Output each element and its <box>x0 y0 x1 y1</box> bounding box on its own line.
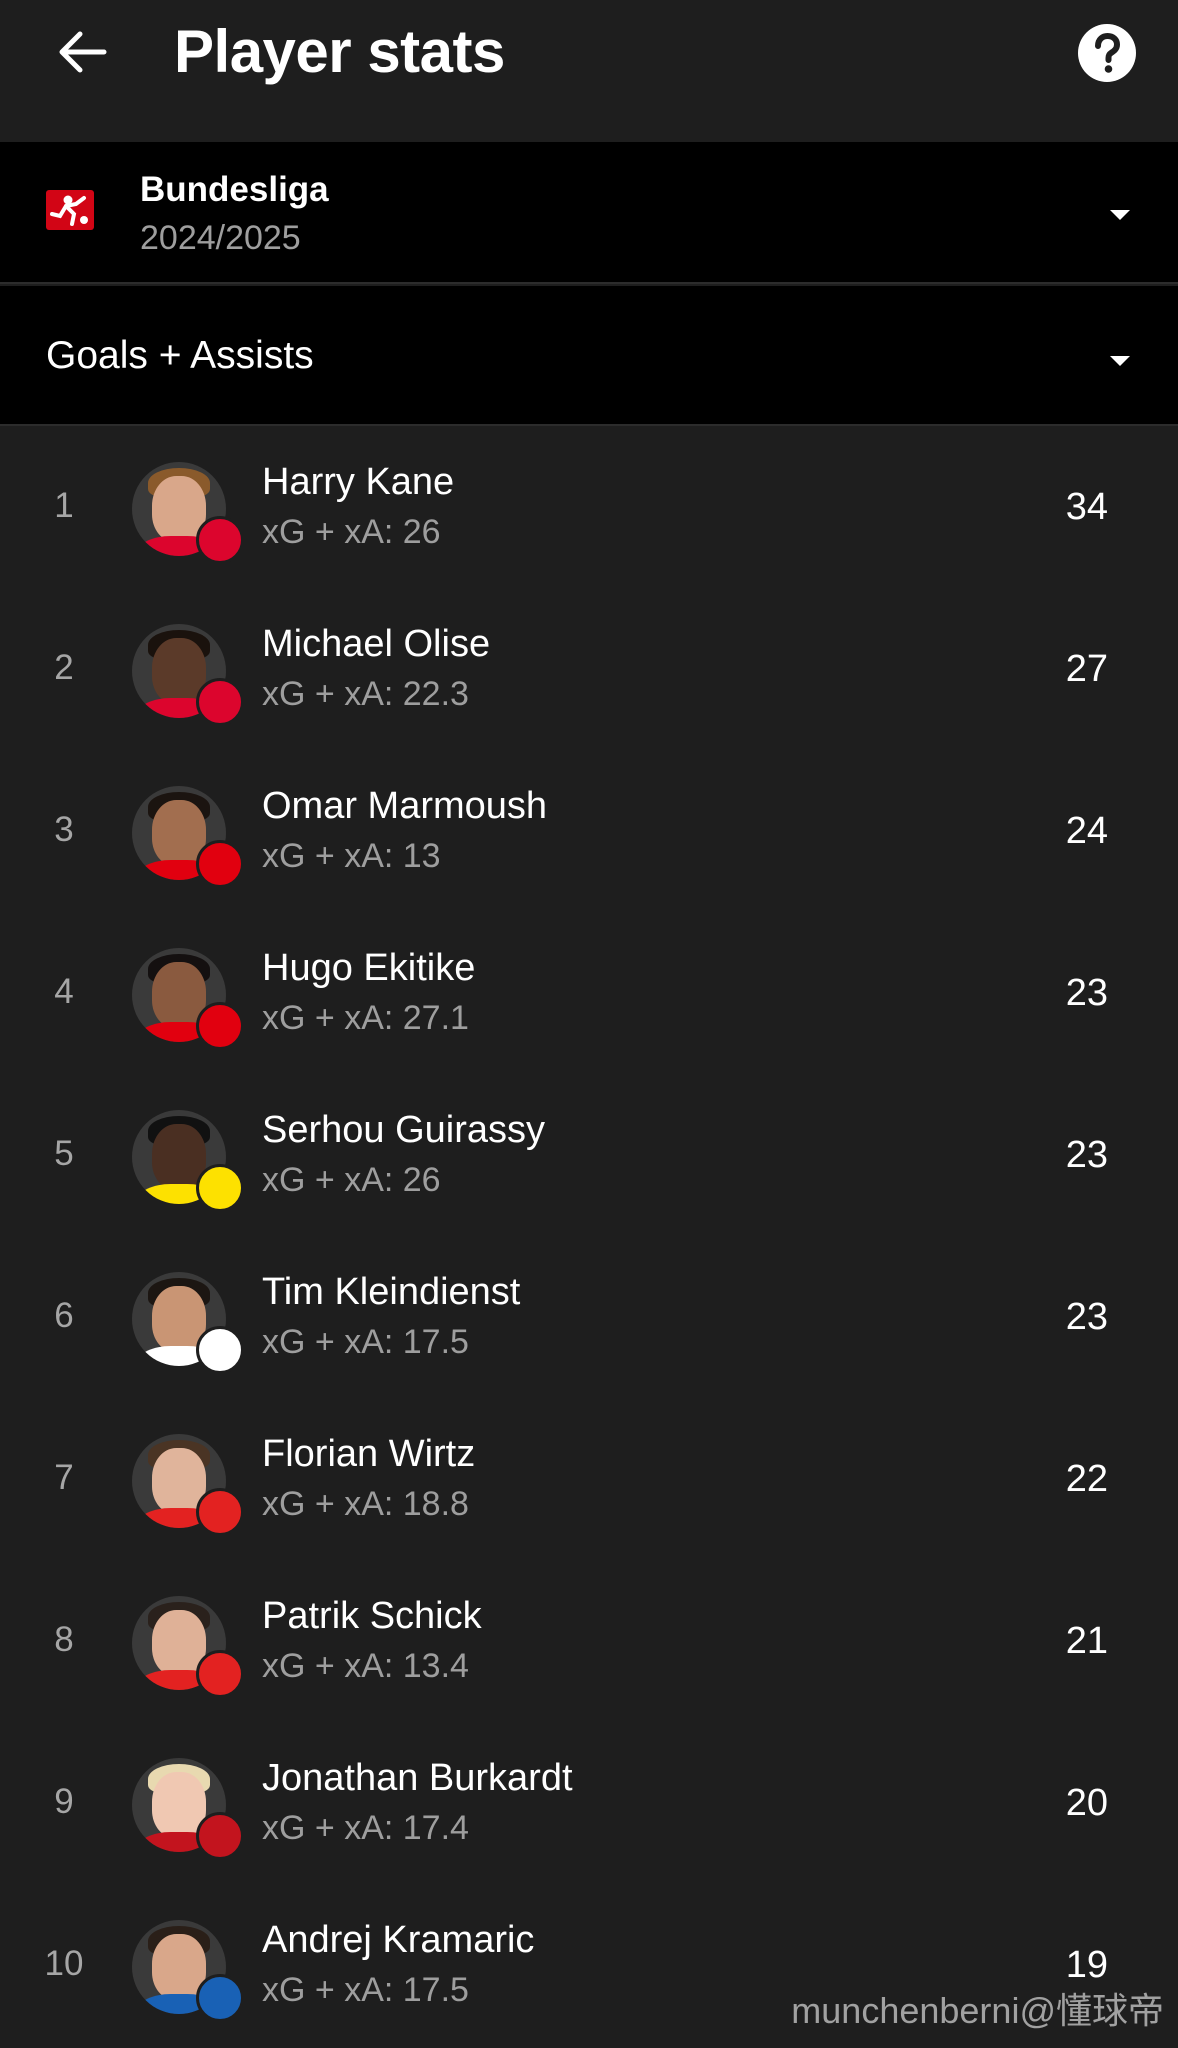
xg-label: xG + xA: <box>262 1647 403 1685</box>
player-name: Patrik Schick <box>262 1595 482 1637</box>
player-rank: 3 <box>54 810 74 849</box>
hoffenheim-crest-icon <box>196 1974 244 2022</box>
xg-label: xG + xA: <box>262 1485 403 1523</box>
player-xg-xa: xG + xA: 17.4 <box>262 1806 469 1850</box>
player-name: Michael Olise <box>262 623 491 665</box>
xg-label: xG + xA: <box>262 1809 403 1847</box>
stat-type-selector[interactable]: Goals + Assists <box>0 286 1178 426</box>
player-rank: 8 <box>54 1620 74 1659</box>
player-name: Tim Kleindienst <box>262 1271 521 1313</box>
player-goals-assists: 24 <box>1065 810 1108 852</box>
player-xg-xa: xG + xA: 13.4 <box>262 1644 469 1688</box>
xg-label: xG + xA: <box>262 1971 403 2009</box>
player-rank: 9 <box>54 1782 74 1821</box>
question-circle-icon <box>1078 24 1136 82</box>
help-button[interactable] <box>1076 22 1138 84</box>
player-stats-screen: Player stats Bundesliga 2024/2025 Goals … <box>0 0 1178 2048</box>
player-goals-assists: 22 <box>1065 1458 1108 1500</box>
player-row[interactable]: 4 Hugo Ekitike xG + xA: 27.1 23 <box>0 914 1178 1076</box>
eintracht-crest-icon <box>196 1002 244 1050</box>
xg-value: 18.8 <box>402 1485 469 1523</box>
player-goals-assists: 19 <box>1065 1944 1108 1986</box>
player-goals-assists: 20 <box>1065 1782 1108 1824</box>
player-xg-xa: xG + xA: 27.1 <box>262 996 469 1040</box>
mainz-crest-icon <box>196 1812 244 1860</box>
player-xg-xa: xG + xA: 26 <box>262 510 441 554</box>
xg-label: xG + xA: <box>262 999 403 1037</box>
player-goals-assists: 23 <box>1065 972 1108 1014</box>
player-row[interactable]: 8 Patrik Schick xG + xA: 13.4 21 <box>0 1562 1178 1724</box>
eintracht-crest-icon <box>196 840 244 888</box>
league-name: Bundesliga <box>140 170 329 209</box>
player-name: Serhou Guirassy <box>262 1109 546 1151</box>
player-xg-xa: xG + xA: 17.5 <box>262 1968 469 2012</box>
player-xg-xa: xG + xA: 26 <box>262 1158 441 1202</box>
bayern-crest-icon <box>196 678 244 726</box>
player-goals-assists: 23 <box>1065 1296 1108 1338</box>
back-button[interactable] <box>44 14 120 90</box>
player-name: Omar Marmoush <box>262 785 548 827</box>
player-row[interactable]: 2 Michael Olise xG + xA: 22.3 27 <box>0 590 1178 752</box>
xg-value: 13 <box>402 837 441 875</box>
page-title: Player stats <box>174 18 505 85</box>
player-rank: 10 <box>44 1944 84 1983</box>
xg-label: xG + xA: <box>262 675 403 713</box>
player-goals-assists: 34 <box>1065 486 1108 528</box>
leverkusen-crest-icon <box>196 1650 244 1698</box>
league-season: 2024/2025 <box>140 219 301 257</box>
xg-value: 17.5 <box>402 1971 469 2009</box>
xg-value: 17.5 <box>402 1323 469 1361</box>
player-goals-assists: 23 <box>1065 1134 1108 1176</box>
xg-value: 27.1 <box>402 999 469 1037</box>
stat-type-label: Goals + Assists <box>46 334 314 377</box>
player-ranking-list: 1 Harry Kane xG + xA: 26 34 2 Michael Ol… <box>0 428 1178 2048</box>
player-row[interactable]: 9 Jonathan Burkardt xG + xA: 17.4 20 <box>0 1724 1178 1886</box>
player-goals-assists: 27 <box>1065 648 1108 690</box>
leverkusen-crest-icon <box>196 1488 244 1536</box>
player-rank: 6 <box>54 1296 74 1335</box>
player-name: Andrej Kramaric <box>262 1919 535 1961</box>
player-xg-xa: xG + xA: 18.8 <box>262 1482 469 1526</box>
bvb-crest-icon <box>196 1164 244 1212</box>
caret-down-icon <box>1110 210 1130 220</box>
player-name: Jonathan Burkardt <box>262 1757 573 1799</box>
watermark: munchenberni@懂球帝 <box>791 1990 1164 2031</box>
xg-value: 26 <box>402 513 441 551</box>
arrow-left-icon <box>59 31 107 73</box>
player-xg-xa: xG + xA: 17.5 <box>262 1320 469 1364</box>
xg-label: xG + xA: <box>262 1161 403 1199</box>
xg-value: 26 <box>402 1161 441 1199</box>
player-xg-xa: xG + xA: 13 <box>262 834 441 878</box>
player-name: Florian Wirtz <box>262 1433 476 1475</box>
bundesliga-logo-icon <box>46 190 94 230</box>
player-rank: 4 <box>54 972 74 1011</box>
xg-label: xG + xA: <box>262 837 403 875</box>
xg-value: 17.4 <box>402 1809 469 1847</box>
player-row[interactable]: 1 Harry Kane xG + xA: 26 34 <box>0 428 1178 590</box>
xg-label: xG + xA: <box>262 513 403 551</box>
league-selector[interactable]: Bundesliga 2024/2025 <box>0 142 1178 284</box>
gladbach-crest-icon <box>196 1326 244 1374</box>
bayern-crest-icon <box>196 516 244 564</box>
player-rank: 2 <box>54 648 74 687</box>
player-xg-xa: xG + xA: 22.3 <box>262 672 469 716</box>
player-row[interactable]: 7 Florian Wirtz xG + xA: 18.8 22 <box>0 1400 1178 1562</box>
xg-value: 13.4 <box>402 1647 469 1685</box>
player-rank: 5 <box>54 1134 74 1173</box>
player-row[interactable]: 6 Tim Kleindienst xG + xA: 17.5 23 <box>0 1238 1178 1400</box>
player-rank: 7 <box>54 1458 74 1497</box>
player-rank: 1 <box>54 486 74 525</box>
caret-down-icon <box>1110 356 1130 366</box>
player-goals-assists: 21 <box>1065 1620 1108 1662</box>
player-name: Harry Kane <box>262 461 455 503</box>
xg-label: xG + xA: <box>262 1323 403 1361</box>
app-header: Player stats <box>0 0 1178 142</box>
player-row[interactable]: 3 Omar Marmoush xG + xA: 13 24 <box>0 752 1178 914</box>
xg-value: 22.3 <box>402 675 469 713</box>
player-row[interactable]: 5 Serhou Guirassy xG + xA: 26 23 <box>0 1076 1178 1238</box>
player-name: Hugo Ekitike <box>262 947 476 989</box>
